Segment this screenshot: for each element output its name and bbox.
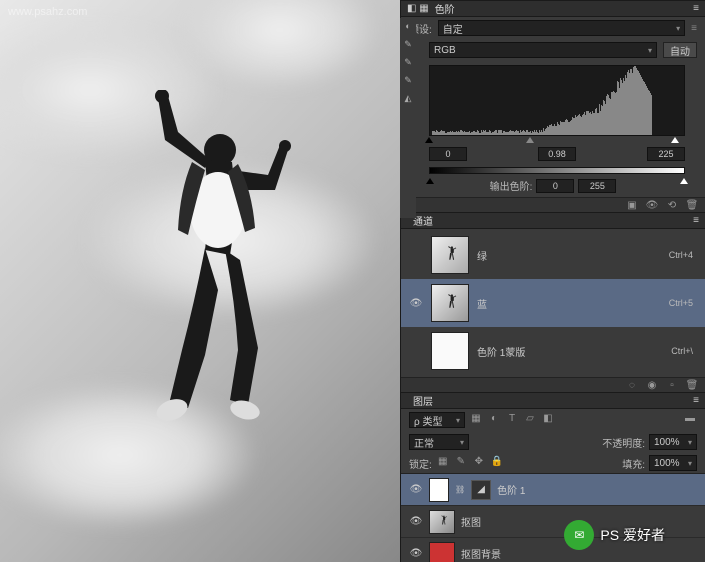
fill-label: 填充: (622, 456, 645, 471)
channels-footer: ◌ ◉ ▫ 🗑 (401, 377, 705, 392)
filter-shape-icon[interactable]: ▱ (523, 413, 537, 427)
histogram[interactable]: document.write(Array.from({length:220},(… (429, 65, 685, 136)
watermark-text: PS 爱好者 (600, 525, 665, 545)
black-point-slider[interactable] (425, 137, 433, 143)
output-label: 输出色阶: (490, 178, 533, 193)
view-previous-icon[interactable]: 👁 (645, 198, 659, 212)
right-panels: ◧ ▦ 色阶 ≡ 预设: 自定▾ ≡ RGB▾ 自动 ◐ ✎ ✎ ✎ ◭ doc… (400, 0, 705, 562)
channel-dropdown[interactable]: RGB▾ (429, 42, 657, 58)
watermark: ✉ PS 爱好者 (564, 520, 665, 550)
auto-button[interactable]: 自动 (663, 42, 697, 58)
panel-menu-icon[interactable]: ≡ (693, 395, 699, 406)
lock-label: 锁定: (409, 456, 432, 471)
output-black-field[interactable]: 0 (536, 179, 574, 193)
layer-thumb[interactable] (429, 510, 455, 534)
layers-tab[interactable]: 图层 (407, 393, 439, 408)
adjustments-panel-header: ◧ ▦ 色阶 ≡ (401, 0, 705, 17)
blend-mode-dropdown[interactable]: 正常▾ (409, 434, 469, 450)
opacity-label: 不透明度: (602, 435, 645, 450)
delete-channel-icon[interactable]: 🗑 (685, 378, 699, 392)
white-eyedropper-icon[interactable]: ✎ (402, 74, 414, 86)
save-selection-icon[interactable]: ◉ (645, 378, 659, 392)
new-channel-icon[interactable]: ▫ (665, 378, 679, 392)
channel-shortcut: Ctrl+4 (669, 250, 693, 260)
input-black-field[interactable]: 0 (429, 147, 467, 161)
channel-thumb (431, 284, 469, 322)
adjust-icons: ◧ ▦ (407, 3, 429, 14)
channels-list: 绿 Ctrl+4 👁 蓝 Ctrl+5 色阶 1蒙版 Ctrl+\ (401, 229, 705, 377)
layer-name: 抠图 (461, 514, 481, 529)
channel-name: 色阶 1蒙版 (477, 344, 663, 359)
channel-thumb (431, 332, 469, 370)
black-eyedropper-icon[interactable]: ✎ (402, 38, 414, 50)
link-icon[interactable]: ⛓ (455, 485, 465, 494)
output-gradient[interactable] (429, 167, 685, 174)
white-point-slider[interactable] (671, 137, 679, 143)
output-black-slider[interactable] (426, 178, 434, 184)
layers-panel-header: 图层 ≡ (401, 392, 705, 409)
channel-row[interactable]: 色阶 1蒙版 Ctrl+\ (401, 327, 705, 375)
lock-all-icon[interactable]: 🔒 (490, 456, 504, 470)
lock-position-icon[interactable]: ✥ (472, 456, 486, 470)
gamma-slider[interactable] (526, 137, 534, 143)
channel-row[interactable]: 👁 蓝 Ctrl+5 (401, 279, 705, 327)
canvas-area[interactable]: www.psahz.com (0, 0, 400, 562)
layer-mask-thumb[interactable] (429, 478, 449, 502)
layer-name: 抠图背景 (461, 546, 501, 561)
opacity-field[interactable]: 100%▾ (649, 434, 697, 450)
channel-shortcut: Ctrl+\ (671, 346, 693, 356)
levels-side-tools: ◐ ✎ ✎ ✎ ◭ (400, 18, 416, 218)
load-selection-icon[interactable]: ◌ (625, 378, 639, 392)
fill-field[interactable]: 100%▾ (649, 455, 697, 471)
levels-adjust-icon: ◢ (471, 480, 491, 500)
panel-menu-icon[interactable]: ≡ (693, 3, 699, 14)
gray-eyedropper-icon[interactable]: ✎ (402, 56, 414, 68)
layer-thumb[interactable] (429, 542, 455, 562)
panel-menu-icon[interactable]: ≡ (693, 215, 699, 226)
channels-panel-header: 通道 ≡ (401, 212, 705, 229)
filter-toggle[interactable]: ▬ (683, 413, 697, 427)
visibility-eye-icon[interactable]: 👁 (409, 484, 423, 495)
layer-row[interactable]: 👁 ⛓ ◢ 色阶 1 (401, 474, 705, 506)
levels-tab[interactable]: 色阶 (429, 1, 461, 16)
input-slider[interactable] (429, 138, 685, 145)
adjust-footer: ▣ 👁 ⟲ 🗑 (401, 197, 705, 212)
lock-transparent-icon[interactable]: ▦ (436, 456, 450, 470)
channel-shortcut: Ctrl+5 (669, 298, 693, 308)
clip-warning-icon[interactable]: ◭ (402, 92, 414, 104)
input-white-field[interactable]: 225 (647, 147, 685, 161)
visibility-eye-icon[interactable]: 👁 (409, 516, 423, 527)
url-watermark: www.psahz.com (8, 6, 87, 18)
visibility-eye-icon[interactable]: 👁 (409, 298, 423, 309)
reset-icon[interactable]: ⟲ (665, 198, 679, 212)
filter-smart-icon[interactable]: ◧ (541, 413, 555, 427)
preset-menu-icon[interactable]: ≡ (691, 23, 697, 34)
lock-pixels-icon[interactable]: ✎ (454, 456, 468, 470)
wechat-icon: ✉ (564, 520, 594, 550)
channel-name: 绿 (477, 248, 661, 263)
filter-pixel-icon[interactable]: ▦ (469, 413, 483, 427)
layer-filter-dropdown[interactable]: ρ 类型▾ (409, 412, 465, 428)
clip-to-layer-icon[interactable]: ▣ (625, 198, 639, 212)
input-gamma-field[interactable]: 0.98 (538, 147, 576, 161)
channel-row[interactable]: 绿 Ctrl+4 (401, 231, 705, 279)
layer-name: 色阶 1 (497, 482, 525, 497)
target-adjust-icon[interactable]: ◐ (402, 20, 414, 32)
document-image: www.psahz.com (0, 0, 400, 562)
filter-type-icon[interactable]: T (505, 413, 519, 427)
output-white-field[interactable]: 255 (578, 179, 616, 193)
output-white-slider[interactable] (680, 178, 688, 184)
filter-adjust-icon[interactable]: ◐ (487, 413, 501, 427)
delete-adjust-icon[interactable]: 🗑 (685, 198, 699, 212)
visibility-eye-icon[interactable]: 👁 (409, 548, 423, 559)
preset-dropdown[interactable]: 自定▾ (438, 20, 685, 36)
jumping-man-figure (110, 90, 310, 470)
channel-name: 蓝 (477, 296, 661, 311)
channel-thumb (431, 236, 469, 274)
